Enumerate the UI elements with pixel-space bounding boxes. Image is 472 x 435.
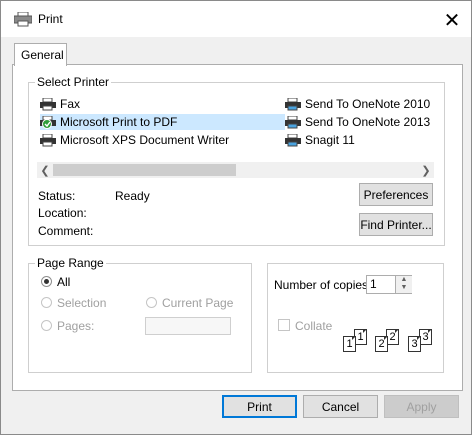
current-page-radio[interactable]: [146, 297, 157, 308]
selection-radio-label: Selection: [57, 296, 107, 310]
printer-item-onenote-2013[interactable]: Send To OneNote 2013: [285, 114, 430, 130]
scrollbar-thumb[interactable]: [53, 164, 236, 176]
pages-radio[interactable]: [41, 320, 52, 331]
collate-page-icon: 1: [343, 336, 356, 352]
all-radio[interactable]: [41, 276, 52, 287]
tab-general-label: General: [21, 48, 64, 62]
pages-radio-label: Pages:: [57, 319, 95, 333]
cancel-button[interactable]: Cancel: [303, 395, 378, 418]
apply-button[interactable]: Apply: [384, 395, 459, 418]
comment-label: Comment:: [38, 224, 94, 238]
pages-input[interactable]: [145, 317, 231, 335]
location-label: Location:: [38, 206, 87, 220]
printer-item-onenote-2010[interactable]: Send To OneNote 2010: [285, 96, 430, 112]
page-range-label: Page Range: [35, 256, 106, 270]
preferences-button[interactable]: Preferences: [359, 183, 433, 206]
printer-item-microsoft-print-to-pdf[interactable]: Microsoft Print to PDF: [40, 114, 285, 130]
print-button[interactable]: Print: [222, 395, 297, 418]
printer-icon: [40, 133, 56, 146]
printer-name: Fax: [60, 97, 81, 111]
printer-name: Send To OneNote 2010: [305, 97, 431, 111]
onenote-printer-icon: [285, 115, 301, 128]
dialog-title: Print: [38, 12, 63, 26]
printer-item-snagit[interactable]: Snagit 11: [285, 132, 355, 148]
default-printer-icon: [40, 115, 56, 129]
copies-value: 1: [370, 277, 377, 291]
number-of-copies-label: Number of copies:: [274, 278, 372, 292]
collate-page-icon: 2: [375, 336, 388, 352]
tab-general[interactable]: General: [14, 43, 67, 66]
printer-name: Microsoft Print to PDF: [60, 115, 178, 129]
printer-icon: [14, 12, 32, 27]
all-radio-label: All: [57, 275, 71, 289]
printer-item-xps-writer[interactable]: Microsoft XPS Document Writer: [40, 132, 229, 148]
find-printer-button[interactable]: Find Printer...: [359, 213, 433, 236]
close-icon: ✕: [443, 9, 461, 32]
collate-label: Collate: [295, 319, 333, 333]
collate-page-icon: 3: [408, 336, 421, 352]
collate-checkbox[interactable]: [278, 319, 290, 331]
spin-down-icon[interactable]: ▼: [396, 284, 412, 292]
printer-name: Snagit 11: [305, 133, 355, 147]
status-value: Ready: [115, 189, 150, 203]
close-button[interactable]: ✕: [439, 7, 465, 33]
fax-icon: [40, 97, 56, 110]
scroll-left-arrow-icon[interactable]: ❮: [37, 162, 53, 178]
scroll-right-arrow-icon[interactable]: ❯: [418, 162, 434, 178]
copies-spinner[interactable]: ▲ ▼: [395, 276, 412, 293]
spin-up-icon[interactable]: ▲: [396, 276, 412, 284]
onenote-printer-icon: [285, 97, 301, 110]
printer-name: Microsoft XPS Document Writer: [60, 133, 230, 147]
status-label: Status:: [38, 189, 76, 203]
selection-radio[interactable]: [41, 297, 52, 308]
printer-name: Send To OneNote 2013: [305, 115, 431, 129]
title-bar: Print ✕: [1, 1, 471, 37]
snagit-printer-icon: [285, 133, 301, 146]
select-printer-label: Select Printer: [35, 75, 112, 89]
printer-item-fax[interactable]: Fax: [40, 96, 80, 112]
printer-list-hscrollbar[interactable]: ❮ ❯: [37, 162, 434, 178]
current-page-radio-label: Current Page: [162, 296, 234, 310]
